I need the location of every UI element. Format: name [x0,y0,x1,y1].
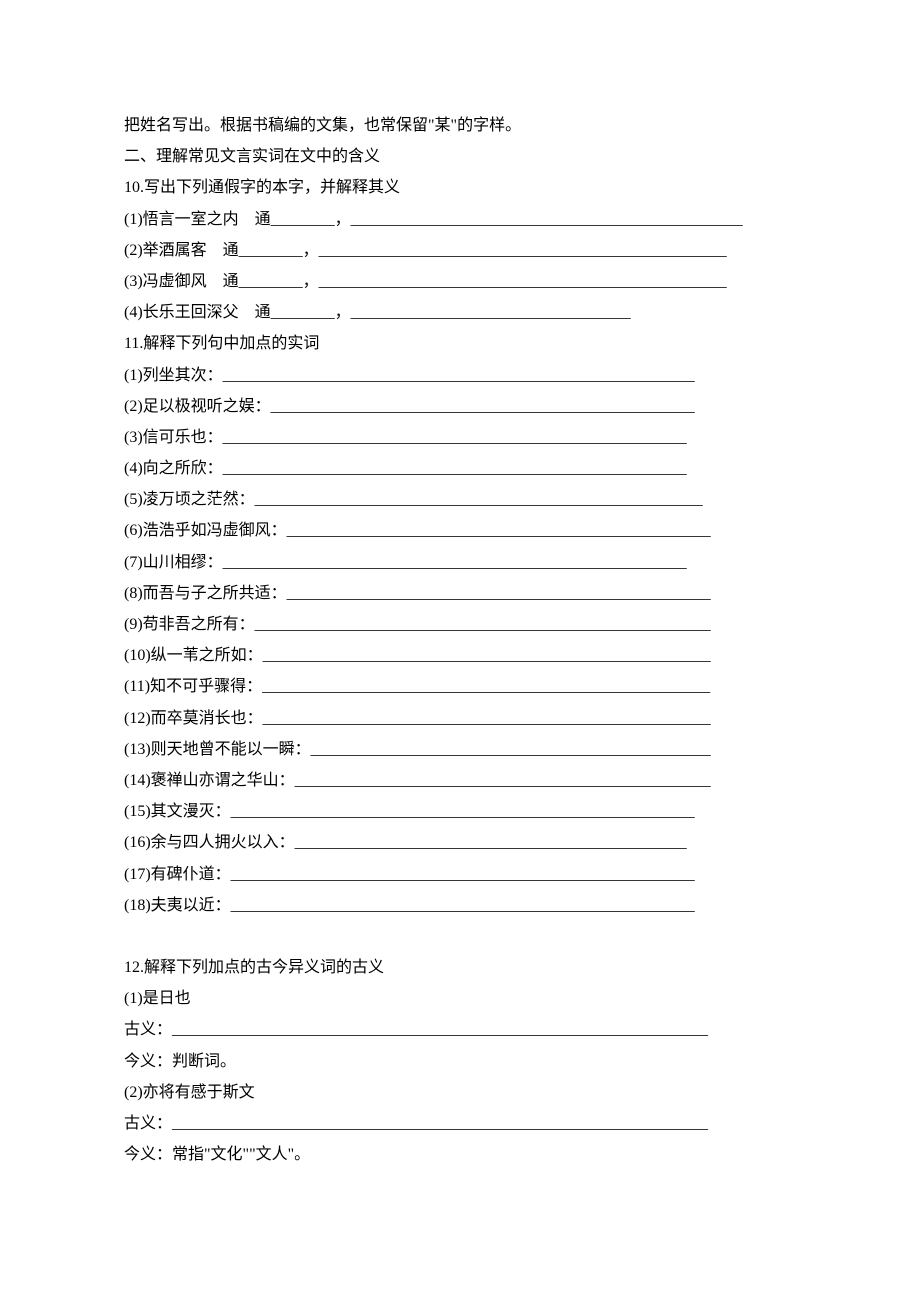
fill-blank-item: (6)浩浩乎如冯虚御风：____________________________… [124,515,796,546]
answer-text: 今义：判断词。 [124,1046,796,1077]
section-heading: 二、理解常见文言实词在文中的含义 [124,141,796,172]
document-page: 把姓名写出。根据书稿编的文集，也常保留"某"的字样。 二、理解常见文言实词在文中… [124,110,796,1170]
question-item: (2)亦将有感于斯文 [124,1077,796,1108]
fill-blank-item: (1)悟言一室之内 通________，____________________… [124,204,796,235]
fill-blank-item: (5)凌万顷之茫然：______________________________… [124,484,796,515]
fill-blank-item: 古义：_____________________________________… [124,1108,796,1139]
fill-blank-item: (14)褒禅山亦谓之华山：___________________________… [124,765,796,796]
answer-text: 今义：常指"文化""文人"。 [124,1139,796,1170]
question-heading: 11.解释下列句中加点的实词 [124,328,796,359]
fill-blank-item: (12)而卒莫消长也：_____________________________… [124,703,796,734]
fill-blank-item: (16)余与四人拥火以入：___________________________… [124,827,796,858]
fill-blank-item: (13)则天地曾不能以一瞬：__________________________… [124,734,796,765]
fill-blank-item: (15)其文漫灭：_______________________________… [124,796,796,827]
fill-blank-item: (7)山川相缪：________________________________… [124,547,796,578]
fill-blank-item: (4)向之所欣：________________________________… [124,453,796,484]
fill-blank-item: (1)列坐其次：________________________________… [124,360,796,391]
text-line: 把姓名写出。根据书稿编的文集，也常保留"某"的字样。 [124,110,796,141]
fill-blank-item: (10)纵一苇之所如：_____________________________… [124,640,796,671]
fill-blank-item: (18)夫夷以近：_______________________________… [124,890,796,921]
question-item: (1)是日也 [124,983,796,1014]
fill-blank-item: (2)足以极视听之娱：_____________________________… [124,391,796,422]
fill-blank-item: (3)信可乐也：________________________________… [124,422,796,453]
fill-blank-item: (8)而吾与子之所共适：____________________________… [124,578,796,609]
fill-blank-item: 古义：_____________________________________… [124,1014,796,1045]
fill-blank-item: (3)冯虚御风 通________，______________________… [124,266,796,297]
fill-blank-item: (17)有碑仆道：_______________________________… [124,859,796,890]
question-heading: 12.解释下列加点的古今异义词的古义 [124,952,796,983]
fill-blank-item: (9)苟非吾之所有：______________________________… [124,609,796,640]
empty-line [124,921,796,952]
fill-blank-item: (11)知不可乎骤得：_____________________________… [124,671,796,702]
fill-blank-item: (2)举酒属客 通________，______________________… [124,235,796,266]
question-heading: 10.写出下列通假字的本字，并解释其义 [124,172,796,203]
fill-blank-item: (4)长乐王回深父 通________，____________________… [124,297,796,328]
